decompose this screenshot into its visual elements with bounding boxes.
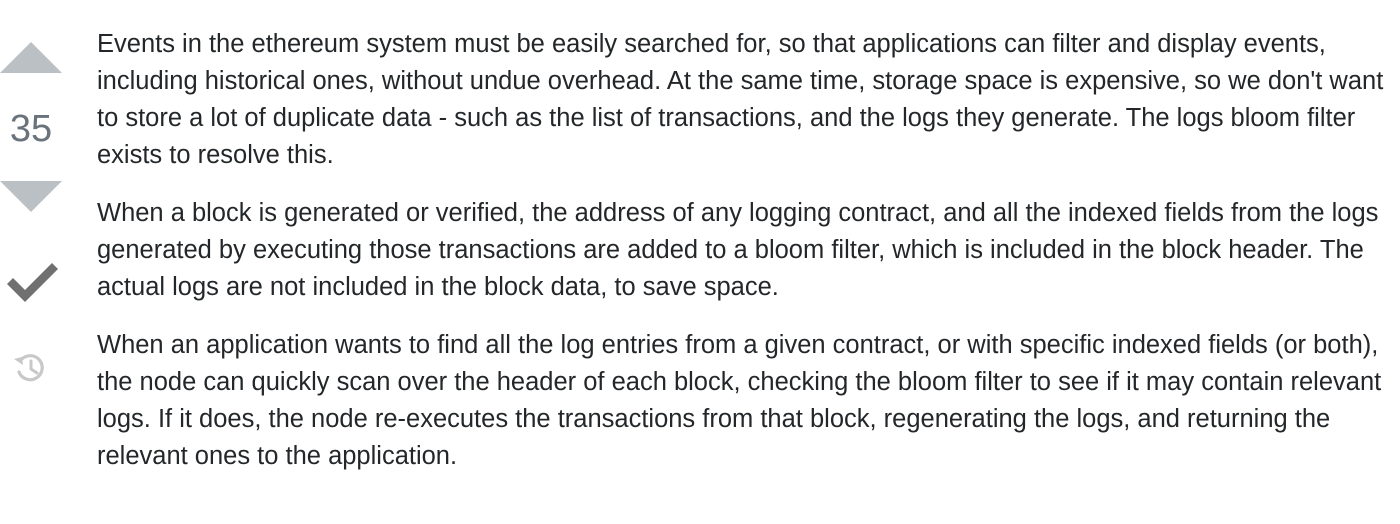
revision-history-button[interactable]: [12, 350, 48, 386]
history-icon: [14, 354, 44, 382]
downvote-button[interactable]: [0, 181, 62, 212]
answer-paragraph: Events in the ethereum system must be ea…: [97, 30, 1384, 169]
vote-cell: 35: [0, 0, 68, 524]
answer-post: 35 Events in the ethereum system must be…: [0, 0, 1400, 524]
upvote-button[interactable]: [0, 42, 62, 73]
checkmark-icon: [7, 263, 58, 302]
answer-paragraph: When an application wants to find all th…: [97, 331, 1382, 470]
answer-body: Events in the ethereum system must be ea…: [97, 26, 1387, 496]
answer-paragraph: When a block is generated or verified, t…: [97, 199, 1379, 301]
vote-count: 35: [9, 108, 53, 150]
accepted-answer-button[interactable]: [4, 258, 58, 308]
